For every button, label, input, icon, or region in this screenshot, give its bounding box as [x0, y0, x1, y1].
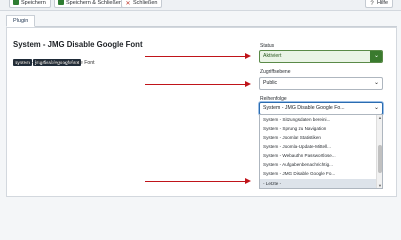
access-select[interactable]: Public ⌄: [259, 77, 383, 90]
order-option[interactable]: System - Webauthn Passwortlose...: [260, 151, 376, 160]
close-icon: ✕: [125, 1, 131, 7]
plugin-description: System - JMG Disable Google Font: [13, 60, 95, 66]
save-button[interactable]: Speichern: [9, 0, 51, 8]
save-close-label: Speichern & Schließen: [66, 0, 122, 6]
tab-plugin[interactable]: Plugin: [6, 15, 36, 27]
annotation-arrow-order: [145, 178, 251, 184]
scroll-down-icon[interactable]: ▼: [377, 183, 382, 188]
order-option[interactable]: System - Sitzungsdaten bereini...: [260, 115, 376, 124]
order-option[interactable]: System - Sprung zu Navigation: [260, 124, 376, 133]
save-icon: [13, 0, 19, 5]
annotation-arrow-status: [145, 53, 251, 59]
order-option[interactable]: System - Joomla-Update-Mittell...: [260, 142, 376, 151]
plugin-badges: system jmgdisablegooglefont: [13, 51, 82, 66]
order-option[interactable]: System - Aufgabenbenachrichtig...: [260, 160, 376, 169]
status-value: Aktiviert: [263, 53, 282, 59]
status-label: Status: [260, 43, 275, 49]
annotation-arrow-access: [145, 81, 251, 87]
toolbar: Speichern Speichern & Schließen ✕ Schließ…: [0, 0, 401, 11]
order-option[interactable]: System - JMG Disable Google Fo...: [260, 169, 376, 178]
tab-bar: Plugin: [6, 15, 397, 27]
order-option-selected[interactable]: - Letzte -: [260, 179, 376, 188]
save-close-button[interactable]: Speichern & Schließen: [54, 0, 127, 8]
order-dropdown-list[interactable]: System - Sitzungsdaten bereini... System…: [259, 114, 383, 189]
order-option[interactable]: System - Joomla! Statistiken: [260, 133, 376, 142]
chevron-down-icon: ⌄: [370, 51, 382, 62]
scrollbar-thumb[interactable]: [378, 145, 382, 173]
scroll-up-icon[interactable]: ▲: [377, 115, 382, 120]
save-icon: [58, 0, 64, 5]
plugin-title: System - JMG Disable Google Font: [13, 40, 143, 49]
help-button[interactable]: ? Hilfe: [365, 0, 394, 8]
chevron-down-icon: ⌄: [373, 80, 379, 86]
close-button[interactable]: ✕ Schließen: [121, 0, 163, 8]
access-label: Zugriffsebene: [260, 69, 291, 75]
dropdown-scrollbar[interactable]: ▲ ▼: [376, 115, 382, 188]
access-value: Public: [263, 80, 278, 86]
help-icon: ?: [370, 1, 374, 7]
status-select[interactable]: Aktiviert ⌄: [259, 50, 383, 63]
help-label: Hilfe: [377, 0, 389, 6]
order-value: System - JMG Disable Google Fo...: [263, 105, 345, 111]
save-label: Speichern: [21, 0, 46, 6]
chevron-down-icon: ⌄: [373, 105, 379, 111]
close-label: Schließen: [133, 0, 158, 6]
